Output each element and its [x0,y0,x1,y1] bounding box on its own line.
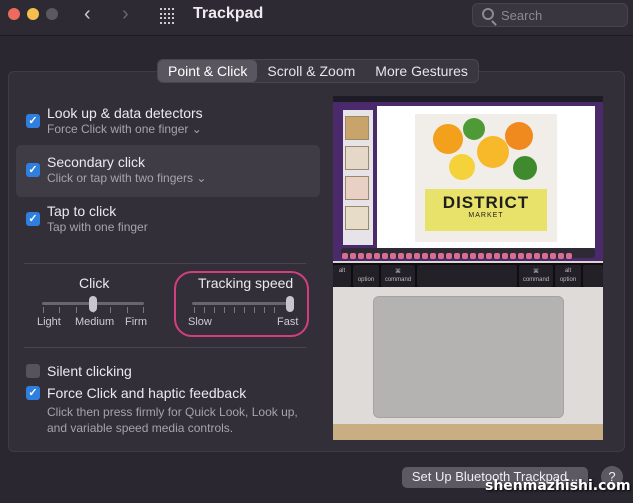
minimize-window-button[interactable] [27,8,39,20]
search-icon [482,8,494,20]
preview-laptop-screen: DISTRICT MARKET [333,96,603,261]
tab-point-click[interactable]: Point & Click [158,60,258,82]
fullscreen-window-button[interactable] [46,8,58,20]
click-slider-title: Click [79,275,110,291]
watermark-text: shenmazhishi.com [485,478,631,494]
click-slider-knob[interactable] [89,296,97,312]
force-click-label: Force Click and haptic feedback [47,385,247,401]
divider [24,263,306,264]
search-input[interactable] [501,6,621,24]
click-light-label: Light [37,316,61,328]
tracking-slider-knob[interactable] [286,296,294,312]
tap-to-click-checkbox[interactable]: ✓ [26,212,40,226]
silent-clicking-checkbox[interactable] [26,364,40,378]
tab-bar: Point & Click Scroll & Zoom More Gesture… [157,59,479,83]
secondary-click-label: Secondary click [47,154,146,170]
back-icon[interactable]: ‹ [84,3,91,26]
force-click-description: Click then press firmly for Quick Look, … [47,405,298,435]
search-field[interactable] [472,3,628,27]
preview-trackpad [373,296,564,418]
preview-poster: DISTRICT MARKET [415,114,557,242]
click-firm-label: Firm [125,316,147,328]
close-window-button[interactable] [8,8,20,20]
silent-clicking-label: Silent clicking [47,363,132,379]
tracking-slow-label: Slow [188,316,212,328]
gesture-preview: DISTRICT MARKET alt option ⌘ command ⌘ com… [333,96,603,440]
poster-title: DISTRICT [442,193,530,212]
forward-icon[interactable]: › [122,3,129,26]
look-up-dropdown[interactable]: Force Click with one finger ⌄ [47,122,202,136]
secondary-click-checkbox[interactable]: ✓ [26,163,40,177]
window-title: Trackpad [193,5,264,22]
tab-more-gestures[interactable]: More Gestures [365,60,478,82]
secondary-click-dropdown[interactable]: Click or tap with two fingers ⌄ [47,171,206,185]
tap-to-click-sub: Tap with one finger [47,220,148,234]
title-bar: ‹ › Trackpad [0,0,633,36]
look-up-checkbox[interactable]: ✓ [26,114,40,128]
preview-dock [341,248,595,259]
divider [24,347,306,348]
tracking-fast-label: Fast [277,316,299,328]
tracking-speed-title: Tracking speed [198,275,294,291]
show-all-grid-icon[interactable] [160,8,176,24]
tab-scroll-zoom[interactable]: Scroll & Zoom [257,60,365,82]
click-medium-label: Medium [75,316,115,328]
preview-slide-thumbnails [343,110,373,245]
look-up-label: Look up & data detectors [47,105,203,121]
tracking-slider-track[interactable] [192,302,292,305]
preview-keyboard: alt option ⌘ command ⌘ command alt option [333,263,603,287]
preview-slide-canvas: DISTRICT MARKET [377,106,595,248]
force-click-checkbox[interactable]: ✓ [26,386,40,400]
poster-subtitle: MARKET [468,212,504,219]
tap-to-click-label: Tap to click [47,203,117,219]
preview-poster-title-box: DISTRICT MARKET [425,189,547,231]
preview-trackpad-area [333,287,603,440]
